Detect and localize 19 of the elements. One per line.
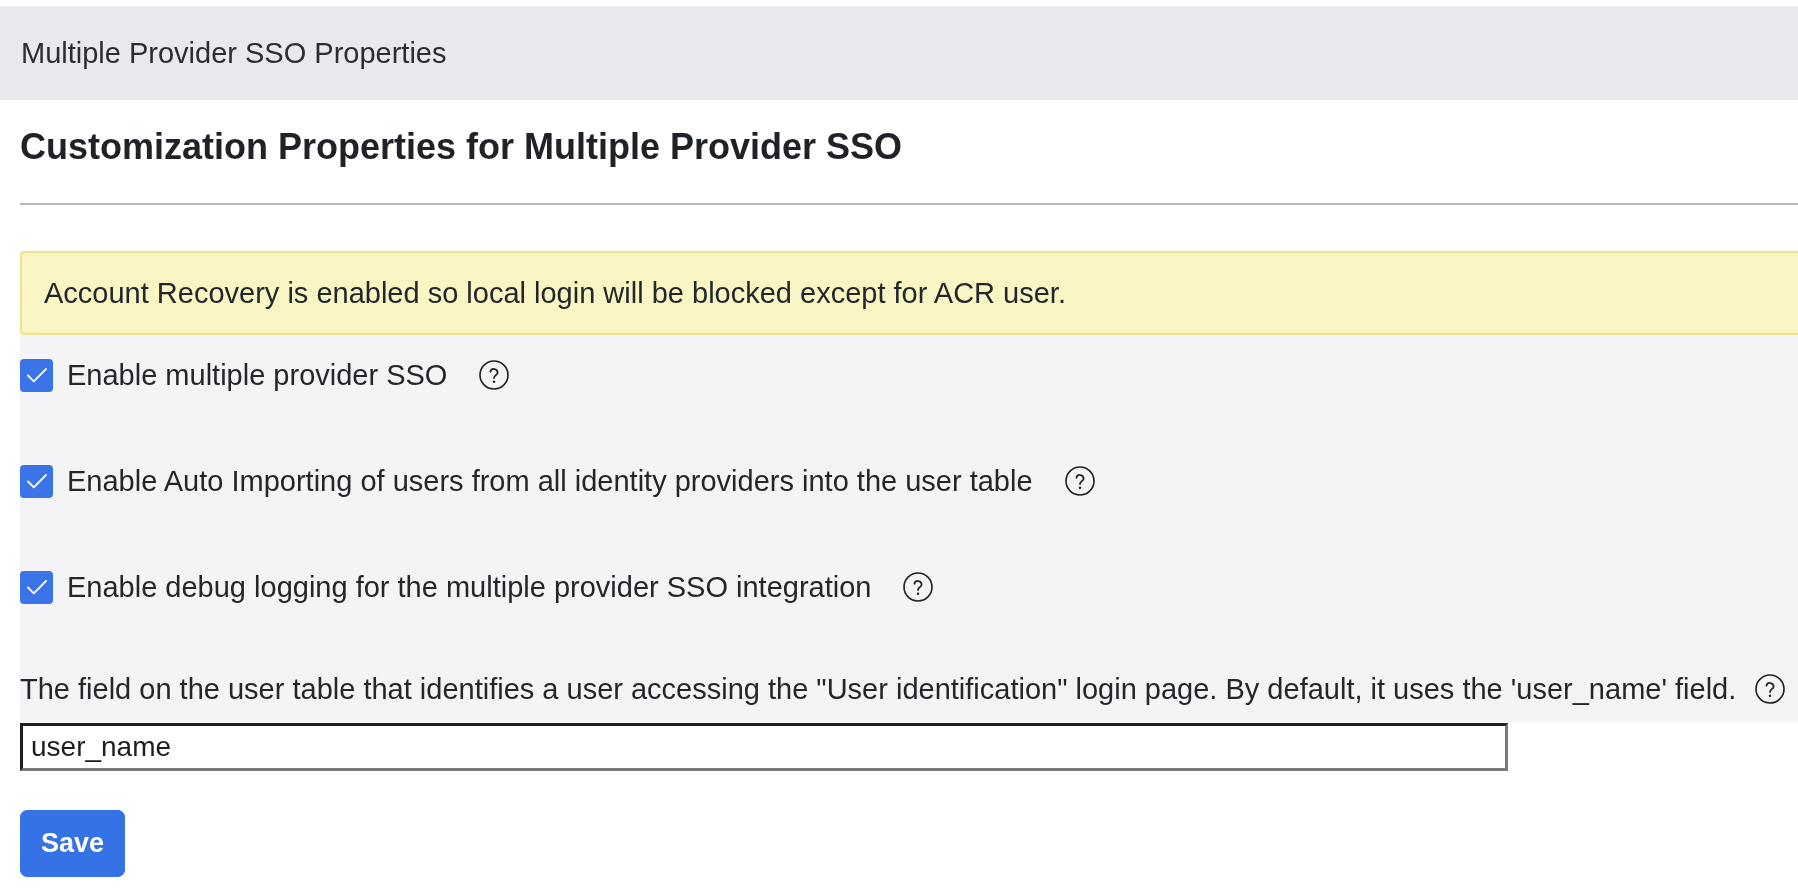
checkbox[interactable] [20,464,53,498]
checkbox[interactable] [20,570,53,604]
help-icon[interactable] [1755,674,1786,704]
checkbox[interactable] [20,358,53,392]
checkbox-label[interactable]: Enable Auto Importing of users from all identity providers into the user table [67,464,1033,498]
check-icon [26,367,47,383]
check-icon [26,579,47,595]
input-field[interactable]: user_name [20,723,1508,771]
help-icon[interactable] [1064,466,1095,496]
section-heading: Customization Properties for Multiple Provider SSO [20,125,904,169]
checkbox-label[interactable]: Enable multiple provider SSO [67,358,448,392]
warning-banner: Account Recovery is enabled so local login will be blocked except for ACR user. [20,251,1798,335]
checkbox-label[interactable]: Enable debug logging for the multiple provider SSO integration [67,570,872,604]
help-icon[interactable] [903,572,934,602]
page-title: Multiple Provider SSO Properties [21,36,447,70]
help-icon[interactable] [479,360,510,390]
save-button[interactable]: Save [20,810,126,877]
field-label: The field on the user table that identifies a user accessing the "User identification" login page. By default, it uses the 'user_name' field. [20,672,1737,706]
check-icon [26,473,47,489]
